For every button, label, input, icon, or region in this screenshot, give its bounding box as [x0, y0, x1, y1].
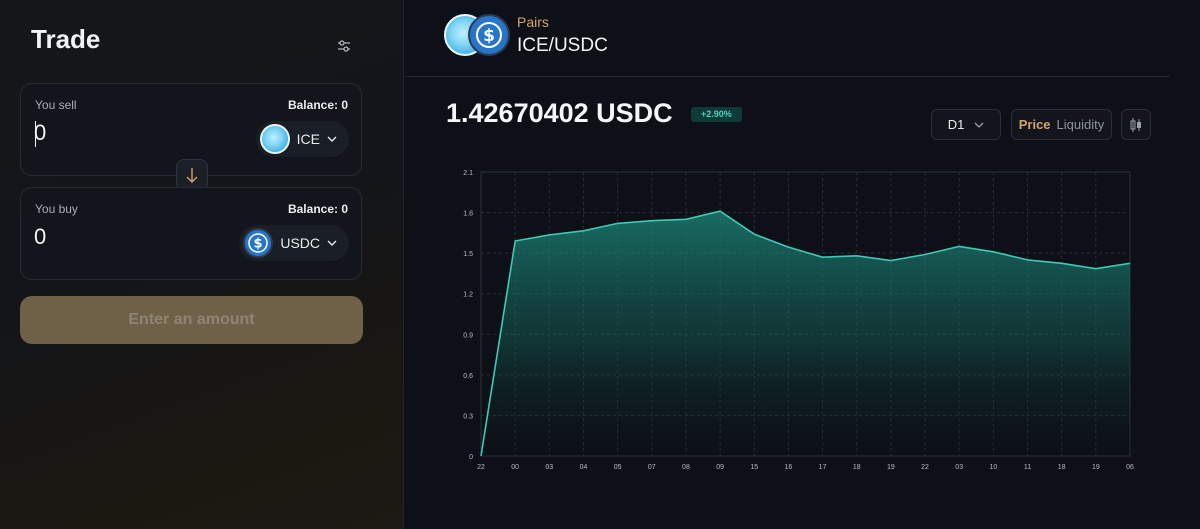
y-tick-label: 1.2	[463, 292, 473, 299]
price-chart-svg: 0 0.3 0.6 0.9 1.2 1.5 1.8 2.1 22 00 03 04 05 07 08 09 15…	[463, 170, 1134, 471]
pair-name: ICE/USDC	[517, 35, 608, 56]
enter-amount-button[interactable]: Enter an amount	[20, 296, 363, 344]
x-tick-label: 03	[955, 464, 963, 471]
y-tick-label: 0	[469, 454, 473, 461]
y-tick-label: 0.6	[463, 373, 473, 380]
svg-text:$: $	[254, 237, 263, 252]
sell-label: You sell	[35, 98, 77, 112]
x-tick-label: 11	[1024, 464, 1031, 471]
x-tick-label: 16	[785, 464, 793, 471]
x-tick-label: 00	[511, 464, 519, 471]
x-tick-label: 18	[1058, 464, 1066, 471]
buy-token-selector[interactable]: $ USDC	[239, 225, 349, 261]
chart-mode-toggle: Price Liquidity	[1011, 109, 1112, 140]
price-chart: 0 0.3 0.6 0.9 1.2 1.5 1.8 2.1 22 00 03 04 05 07 08 09 15…	[440, 160, 1160, 480]
chevron-down-icon	[974, 122, 984, 128]
x-tick-label: 22	[477, 464, 485, 471]
header-divider	[405, 76, 1170, 77]
x-tick-label: 04	[580, 464, 588, 471]
y-tick-label: 2.1	[463, 170, 473, 177]
arrow-down-icon	[186, 168, 198, 183]
pairs-label: Pairs	[517, 14, 549, 30]
buy-label: You buy	[35, 202, 78, 216]
candlestick-icon	[1130, 117, 1141, 132]
pair-logos: $	[444, 14, 510, 58]
sell-token-selector[interactable]: ICE	[255, 121, 349, 157]
buy-token-name: USDC	[280, 235, 320, 251]
usdc-token-icon: $	[468, 14, 510, 56]
x-tick-label: 19	[887, 464, 895, 471]
y-tick-label: 0.9	[463, 332, 473, 339]
tab-liquidity[interactable]: Liquidity	[1057, 117, 1105, 132]
x-tick-label: 15	[750, 464, 758, 471]
usdc-token-icon: $	[243, 228, 274, 258]
buy-balance: Balance: 0	[287, 202, 348, 216]
x-tick-label: 19	[1092, 464, 1100, 471]
y-tick-label: 0.3	[463, 413, 473, 420]
buy-amount-input[interactable]: 0	[34, 224, 184, 250]
x-tick-label: 03	[545, 464, 553, 471]
x-tick-label: 07	[648, 464, 656, 471]
current-price: 1.42670402 USDC	[446, 98, 673, 128]
y-tick-label: 1.5	[463, 251, 473, 258]
chevron-down-icon	[327, 240, 337, 246]
sell-amount-input[interactable]: 0	[34, 120, 184, 146]
svg-text:$: $	[483, 26, 495, 46]
ice-token-icon	[259, 124, 290, 154]
sell-token-name: ICE	[296, 131, 320, 147]
tab-price[interactable]: Price	[1019, 117, 1051, 132]
buy-card: You buy Balance: 0 0 $ USDC	[20, 187, 362, 280]
text-caret	[35, 121, 36, 147]
x-tick-label: 18	[853, 464, 861, 471]
timeframe-value: D1	[947, 117, 965, 132]
x-tick-label: 17	[819, 464, 827, 471]
x-tick-label: 08	[682, 464, 690, 471]
candlestick-toggle-button[interactable]	[1121, 109, 1151, 140]
chevron-down-icon	[327, 136, 337, 142]
timeframe-selector[interactable]: D1	[931, 109, 1001, 140]
sell-balance: Balance: 0	[287, 98, 348, 112]
y-tick-label: 1.8	[463, 211, 473, 218]
price-area	[481, 211, 1130, 456]
price-change-badge: +2.90%	[691, 107, 742, 122]
trade-panel: Trade You sell Balance: 0 0 ICE You buy …	[0, 0, 404, 529]
x-tick-label: 10	[989, 464, 997, 471]
settings-sliders-icon[interactable]	[334, 36, 354, 56]
x-tick-label: 09	[716, 464, 724, 471]
page-title: Trade	[31, 24, 101, 54]
x-tick-label: 06	[1126, 464, 1134, 471]
x-tick-label: 05	[614, 464, 622, 471]
x-tick-label: 22	[921, 464, 929, 471]
